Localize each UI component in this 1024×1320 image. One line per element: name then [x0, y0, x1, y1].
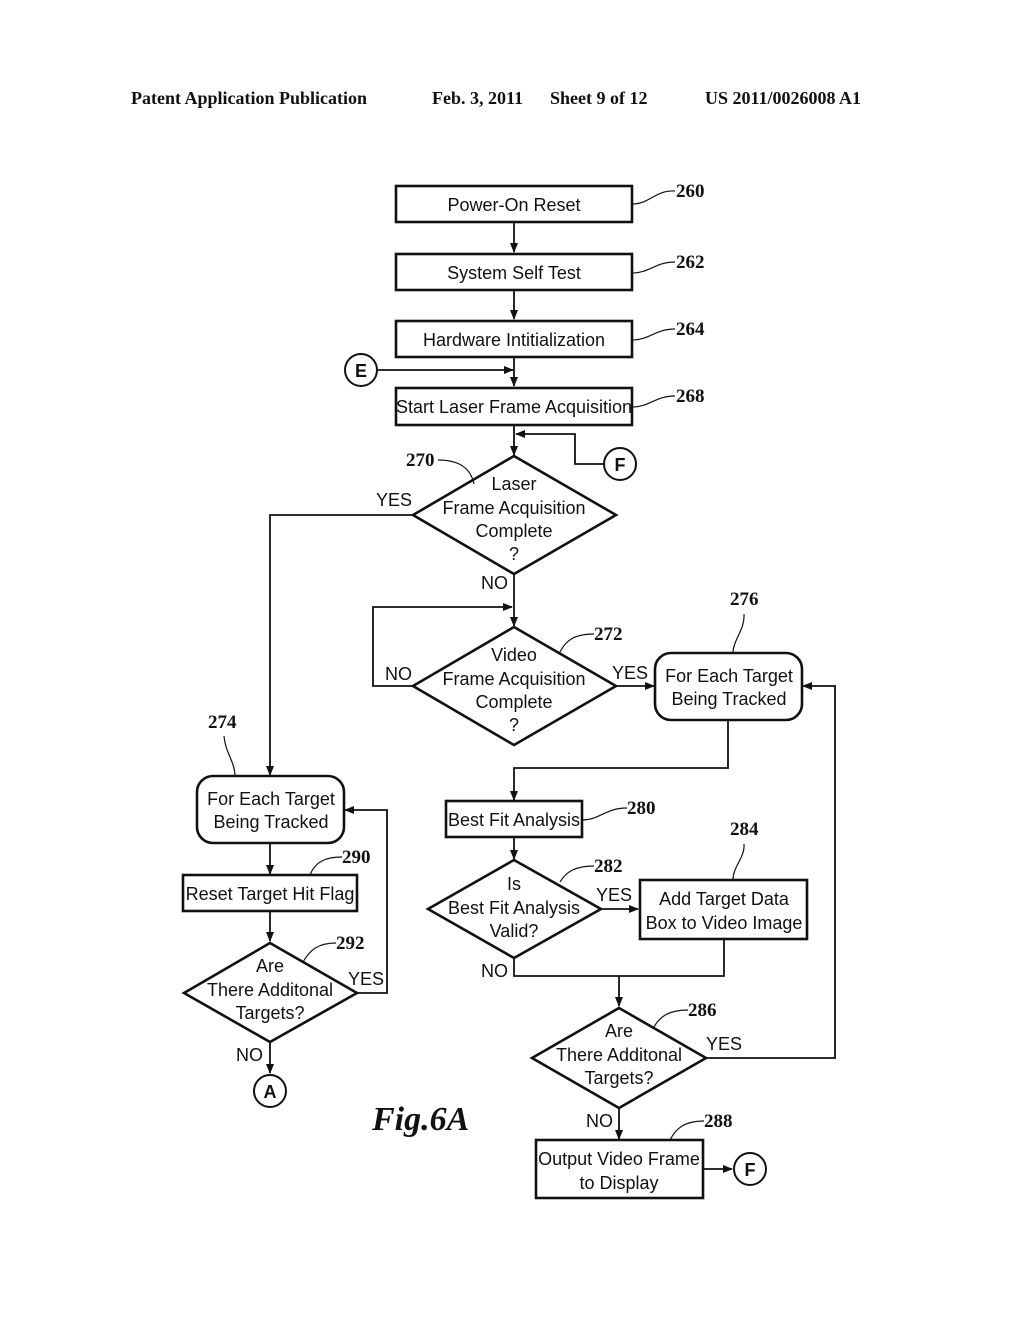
node-label-line: Are: [605, 1021, 633, 1041]
loop-each-target-276: For Each Target Being Tracked 276: [653, 589, 804, 722]
leader-line: [223, 735, 236, 777]
decision-best-fit-valid: Is Best Fit Analysis Valid? 282 YES NO: [425, 856, 632, 981]
node-system-self-test: System Self Test 262: [394, 252, 705, 292]
node-label: Reset Target Hit Flag: [186, 884, 355, 904]
node-label-line: Targets?: [235, 1003, 304, 1023]
node-label: Best Fit Analysis: [448, 810, 580, 830]
ref-number: 262: [676, 252, 705, 273]
node-label-line: Video: [491, 645, 537, 665]
leader-line: [653, 1009, 689, 1028]
connector-f-in: F: [603, 447, 637, 481]
node-label-line: Best Fit Analysis: [448, 898, 580, 918]
branch-label-no: NO: [586, 1111, 613, 1131]
ref-number: 268: [676, 386, 705, 407]
leader-line: [631, 395, 676, 408]
arrow-276-280: [510, 720, 729, 801]
arrow-f-in: [515, 430, 604, 465]
node-label-line: Being Tracked: [213, 812, 328, 832]
leader-line: [437, 459, 475, 485]
node-label-line: Laser: [491, 474, 536, 494]
branch-label-yes: YES: [376, 490, 412, 510]
decision-more-targets-292: Are There Additonal Targets? 292 YES NO: [181, 933, 384, 1065]
flowchart: Power-On Reset 260 System Self Test 262 …: [181, 181, 836, 1200]
decision-laser-frame-complete: Laser Frame Acquisition Complete ? 270 Y…: [376, 450, 619, 593]
node-label: System Self Test: [447, 263, 581, 283]
node-power-on-reset: Power-On Reset 260: [394, 181, 705, 224]
leader-line: [309, 856, 343, 876]
node-label-line: Frame Acquisition: [442, 498, 585, 518]
ref-number: 274: [208, 712, 237, 733]
ref-number: 270: [406, 450, 435, 471]
ref-number: 292: [336, 933, 365, 954]
connector-a: A: [253, 1074, 287, 1108]
node-label-line: Being Tracked: [671, 689, 786, 709]
node-start-laser-acquisition: Start Laser Frame Acquisition 268: [394, 386, 705, 427]
node-label-line: Frame Acquisition: [442, 669, 585, 689]
decision-video-frame-complete: Video Frame Acquisition Complete ? 272 N…: [385, 624, 648, 747]
leader-line: [732, 613, 745, 654]
node-label-line: For Each Target: [207, 789, 335, 809]
leader-line: [559, 633, 595, 653]
line-282-no-merge: [513, 940, 725, 977]
connector-e: E: [344, 353, 378, 387]
node-add-target-data-box: Add Target Data Box to Video Image 284: [638, 819, 809, 941]
node-label: Hardware Intitialization: [423, 330, 605, 350]
node-label-line: Are: [256, 956, 284, 976]
arrow-286-yes-loop: [706, 682, 836, 1059]
ref-number: 290: [342, 847, 371, 868]
node-hardware-init: Hardware Intitialization 264: [394, 319, 705, 359]
node-label-line: ?: [509, 715, 519, 735]
node-label-line: Is: [507, 874, 521, 894]
ref-number: 280: [627, 798, 656, 819]
leader-line: [631, 261, 676, 274]
node-output-video-frame: Output Video Frame to Display 288: [534, 1111, 733, 1200]
leader-line: [732, 843, 745, 881]
ref-number: 260: [676, 181, 705, 202]
node-label-line: Targets?: [584, 1068, 653, 1088]
node-label-line: Output Video Frame: [538, 1149, 700, 1169]
branch-label-no: NO: [236, 1045, 263, 1065]
node-label-line: to Display: [579, 1173, 658, 1193]
ref-number: 282: [594, 856, 623, 877]
branch-label-no: NO: [481, 573, 508, 593]
node-label-line: For Each Target: [665, 666, 793, 686]
node-label-line: There Additonal: [556, 1045, 682, 1065]
ref-number: 286: [688, 1000, 717, 1021]
ref-number: 284: [730, 819, 759, 840]
node-label-line: Valid?: [490, 921, 539, 941]
connector-label: E: [355, 361, 367, 381]
node-label: Start Laser Frame Acquisition: [396, 397, 632, 417]
branch-label-yes: YES: [596, 885, 632, 905]
branch-label-no: NO: [481, 961, 508, 981]
leader-line: [302, 942, 337, 963]
leader-line: [631, 190, 676, 205]
leader-line: [581, 807, 628, 821]
branch-label-no: NO: [385, 664, 412, 684]
arrow-270-yes: [266, 514, 413, 776]
ref-number: 272: [594, 624, 623, 645]
leader-line: [631, 328, 676, 341]
branch-label-yes: YES: [612, 663, 648, 683]
node-best-fit-analysis: Best Fit Analysis 280: [444, 798, 656, 839]
leader-line: [669, 1120, 705, 1141]
branch-label-yes: YES: [348, 969, 384, 989]
connector-f-out: F: [733, 1152, 767, 1186]
node-label-line: Box to Video Image: [646, 913, 803, 933]
connector-label: F: [615, 455, 626, 475]
node-label-line: Complete: [475, 521, 552, 541]
branch-label-yes: YES: [706, 1034, 742, 1054]
node-label-line: ?: [509, 544, 519, 564]
ref-number: 288: [704, 1111, 733, 1132]
node-label-line: Add Target Data: [659, 889, 790, 909]
leader-line: [559, 865, 595, 883]
ref-number: 264: [676, 319, 705, 340]
connector-label: F: [745, 1160, 756, 1180]
node-label: Power-On Reset: [447, 195, 580, 215]
figure-label: Fig.6A: [371, 1101, 469, 1138]
ref-number: 276: [730, 589, 759, 610]
node-label-line: There Additonal: [207, 980, 333, 1000]
connector-label: A: [264, 1082, 277, 1102]
node-label-line: Complete: [475, 692, 552, 712]
node-reset-target-hit-flag: Reset Target Hit Flag 290: [181, 847, 371, 913]
